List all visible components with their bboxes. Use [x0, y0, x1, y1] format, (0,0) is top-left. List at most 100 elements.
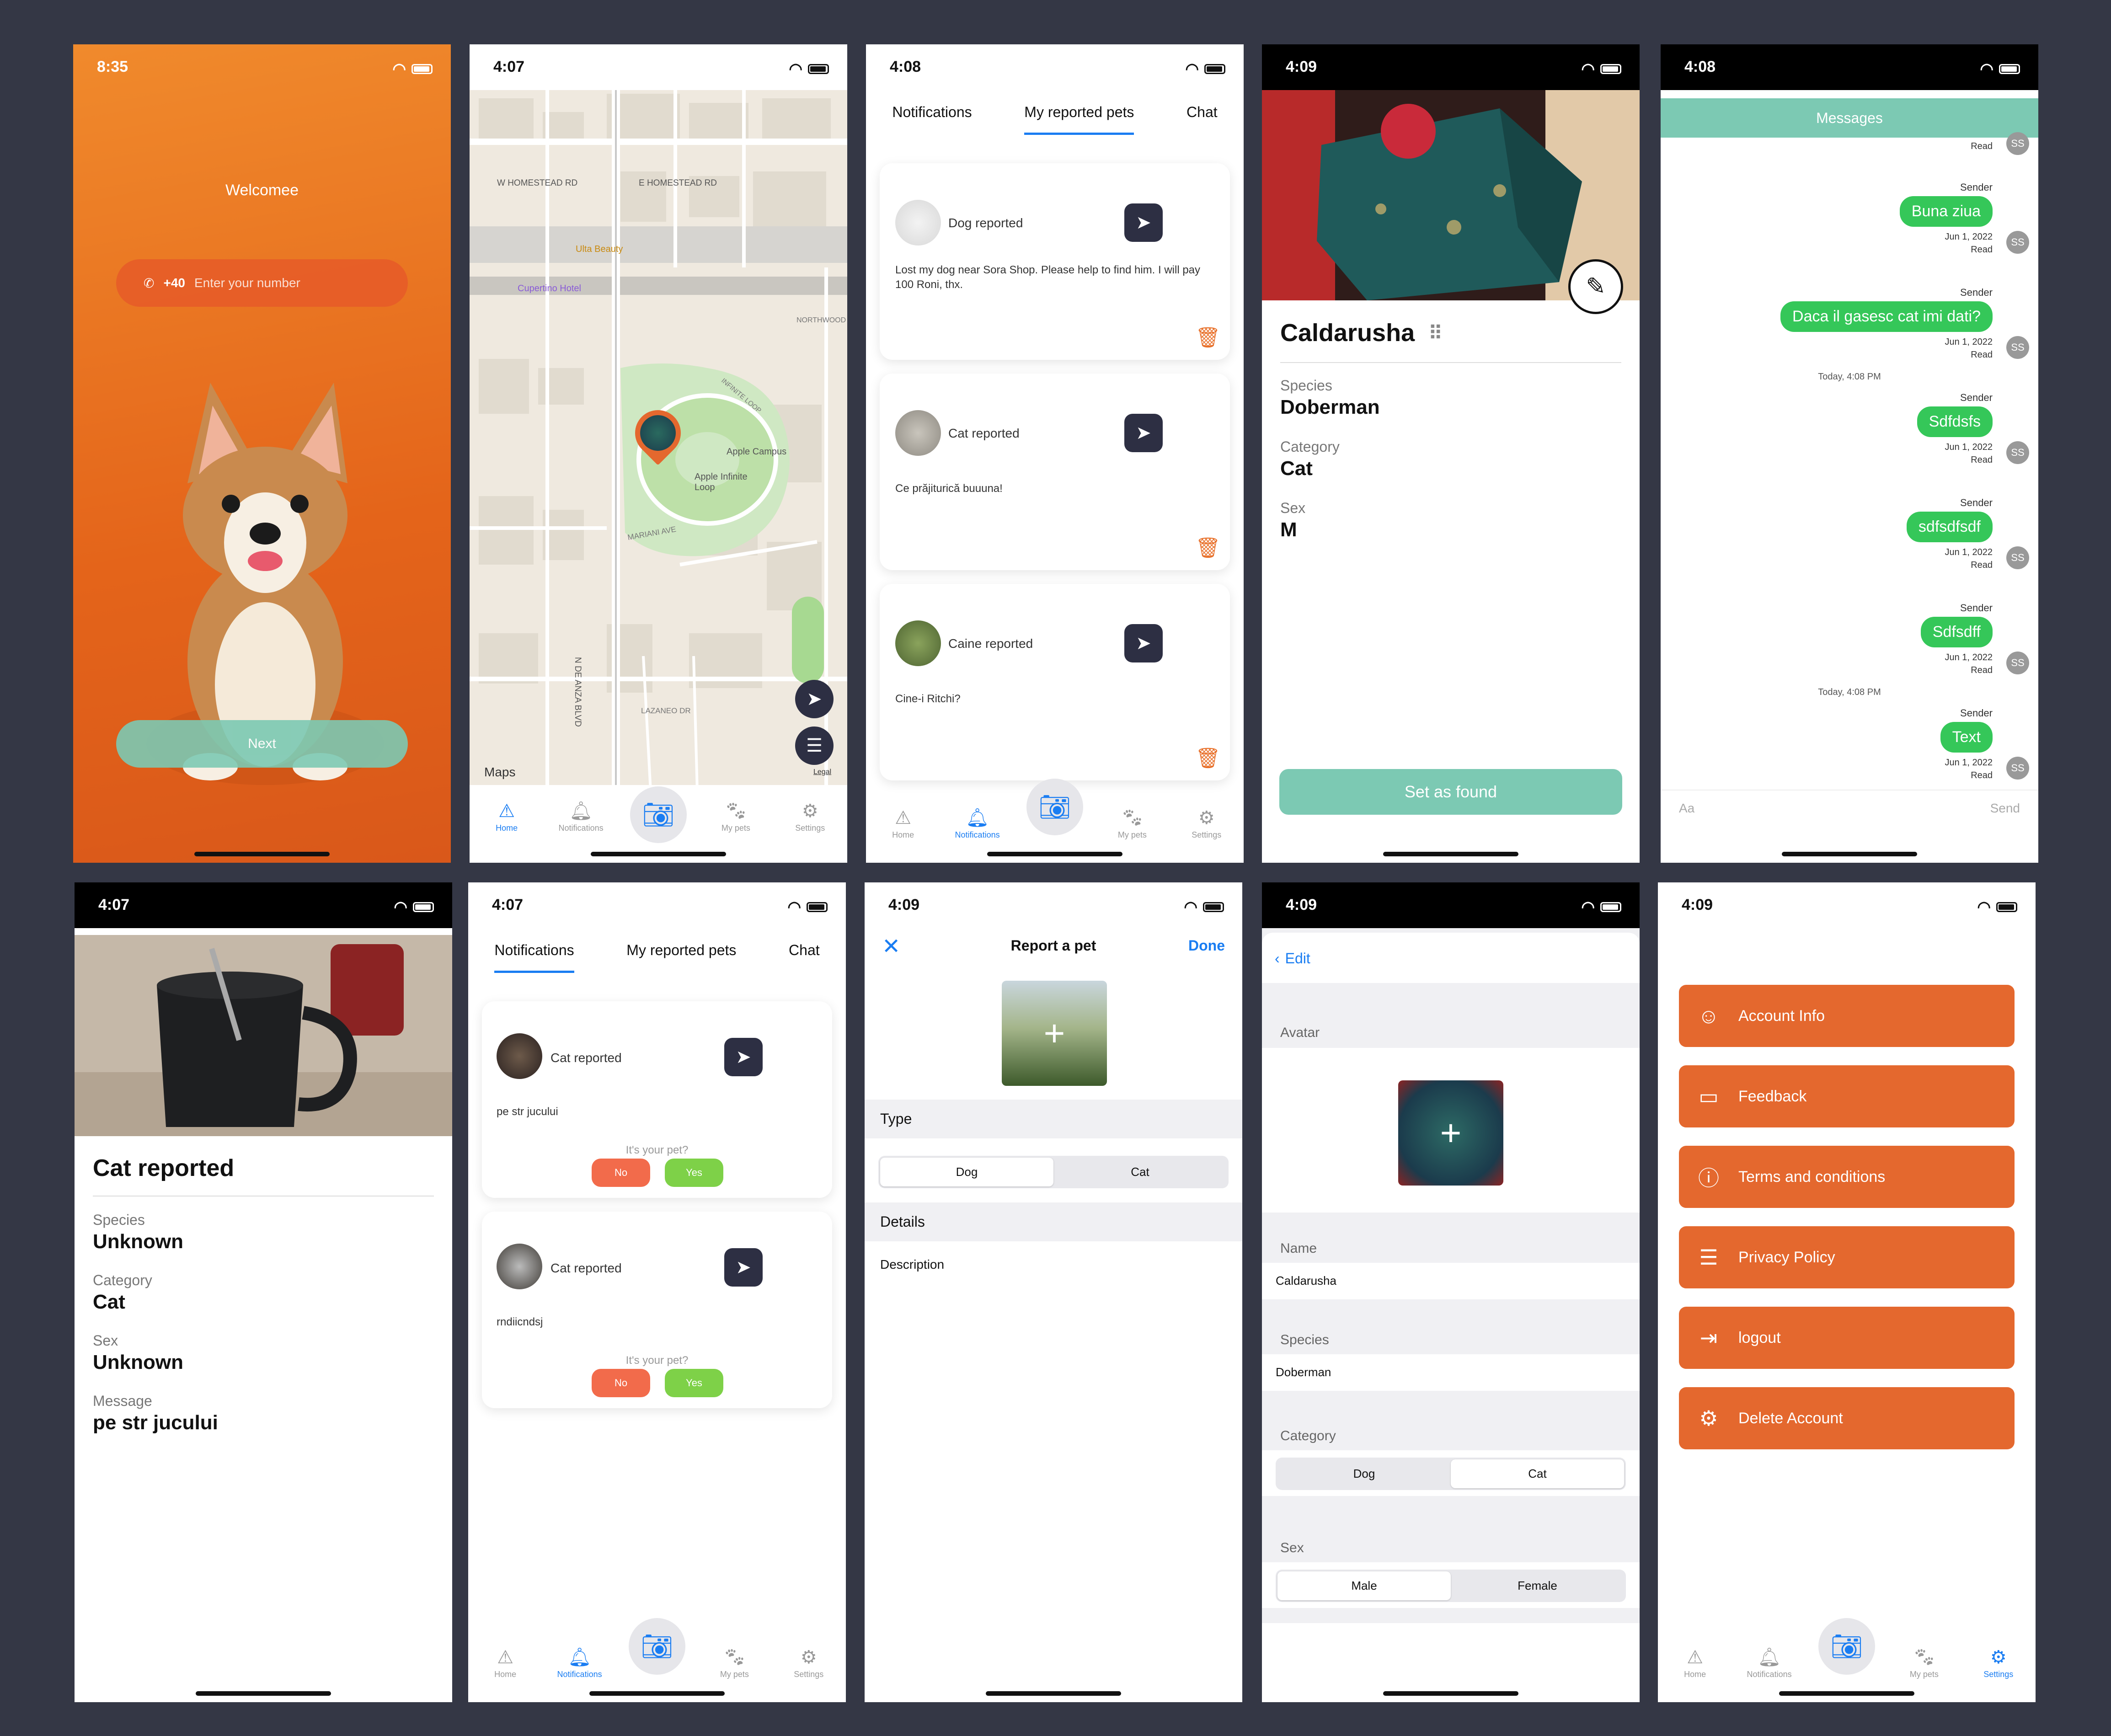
tab-mypets-label: My pets: [721, 823, 750, 833]
type-option-cat[interactable]: Cat: [1053, 1158, 1227, 1186]
field-sex: Sex M: [1280, 500, 1305, 541]
navigate-button[interactable]: ➤: [1124, 203, 1163, 242]
description-field[interactable]: Description: [880, 1257, 944, 1272]
tab-notifications[interactable]: 🔔︎ Notifications: [1744, 1648, 1795, 1679]
tab-mypets[interactable]: 🐾︎ My pets: [1899, 1648, 1949, 1679]
notification-card[interactable]: Cat reported ➤ rndiicndsj It's your pet?…: [482, 1212, 832, 1408]
locate-me-button[interactable]: ➤: [795, 680, 834, 718]
feedback-button[interactable]: ▭ Feedback: [1679, 1065, 2015, 1127]
tab-home[interactable]: ⚠ Home: [1670, 1648, 1720, 1679]
privacy-button[interactable]: ☰ Privacy Policy: [1679, 1226, 2015, 1288]
trash-icon[interactable]: 🗑︎: [1195, 326, 1221, 349]
account-info-button[interactable]: ☺ Account Info: [1679, 985, 2015, 1047]
tab-chat[interactable]: Chat: [1186, 104, 1218, 135]
sex-section: Sex: [1262, 1496, 1640, 1562]
tab-notifications[interactable]: 🔔︎ Notifications: [952, 808, 1003, 840]
done-button[interactable]: Done: [1188, 937, 1225, 954]
trash-icon[interactable]: 🗑︎: [1195, 536, 1221, 560]
tab-settings[interactable]: ⚙ Settings: [1181, 808, 1232, 840]
tab-home[interactable]: ⚠ Home: [480, 1648, 530, 1679]
edit-pet-screen: 4:09 ◠ ‹ Edit Avatar + Name Caldarusha S…: [1262, 882, 1640, 1702]
divider: [93, 1196, 434, 1197]
terms-button[interactable]: ⓘ Terms and conditions: [1679, 1146, 2015, 1208]
sex-option-male[interactable]: Male: [1277, 1571, 1451, 1600]
send-button[interactable]: Send: [1990, 801, 2020, 816]
camera-button[interactable]: 📷︎: [628, 1618, 685, 1675]
status-bar: 4:08 ◠: [1661, 44, 2038, 90]
yes-button[interactable]: Yes: [665, 1159, 723, 1187]
sex-option-female[interactable]: Female: [1451, 1571, 1624, 1600]
category-option-dog[interactable]: Dog: [1277, 1459, 1451, 1488]
message-placeholder[interactable]: Aa: [1679, 801, 1694, 816]
edit-button[interactable]: ✎: [1568, 259, 1623, 314]
phone-input[interactable]: ✆ +40 Enter your number: [116, 259, 408, 307]
category-selector[interactable]: Dog Cat: [1276, 1458, 1626, 1490]
navigate-button[interactable]: ➤: [724, 1248, 763, 1287]
tab-settings[interactable]: ⚙ Settings: [784, 1648, 834, 1679]
qr-icon[interactable]: ⠿: [1428, 322, 1443, 344]
card-title: Caine reported: [948, 636, 1033, 651]
camera-button[interactable]: 📷︎: [1026, 779, 1083, 835]
message-input[interactable]: Aa Send: [1661, 790, 2038, 826]
phone-placeholder[interactable]: Enter your number: [194, 276, 300, 290]
message-bubble[interactable]: Sdfsdff: [1920, 617, 1993, 647]
message-bubble[interactable]: Buna ziua: [1899, 196, 1993, 227]
name-field[interactable]: Caldarusha: [1262, 1263, 1640, 1299]
home-icon: ⚠: [497, 1647, 514, 1667]
reported-card[interactable]: Dog reported ➤ Lost my dog near Sora Sho…: [880, 163, 1230, 360]
home-indicator: [196, 1691, 331, 1696]
map-label-infinite-loop: Apple Infinite Loop: [695, 472, 748, 492]
sex-selector[interactable]: Male Female: [1276, 1570, 1626, 1602]
tab-settings[interactable]: ⚙ Settings: [785, 801, 835, 833]
message-bubble[interactable]: Daca il gasesc cat imi dati?: [1780, 301, 1993, 332]
no-button[interactable]: No: [592, 1369, 650, 1397]
type-selector[interactable]: Dog Cat: [878, 1156, 1229, 1188]
tab-notifications[interactable]: Notifications: [892, 104, 972, 135]
tab-home[interactable]: ⚠ Home: [878, 808, 928, 840]
next-button[interactable]: Next: [116, 720, 408, 768]
navigate-button[interactable]: ➤: [1124, 624, 1163, 662]
delete-account-button[interactable]: ⚙ Delete Account: [1679, 1387, 2015, 1449]
tab-notifications[interactable]: 🔔︎ Notifications: [555, 1648, 605, 1679]
logout-button[interactable]: ⇥ logout: [1679, 1307, 2015, 1369]
category-option-cat[interactable]: Cat: [1451, 1459, 1624, 1488]
avatar: [895, 200, 941, 246]
avatar-picker[interactable]: +: [1398, 1080, 1503, 1186]
camera-button[interactable]: 📷︎: [630, 786, 687, 843]
message-bubble[interactable]: Sdfdsfs: [1917, 406, 1993, 437]
message-bubble[interactable]: sdfsdfsdf: [1906, 512, 1993, 542]
tab-my-reported[interactable]: My reported pets: [1024, 104, 1134, 135]
tab-settings[interactable]: ⚙ Settings: [1973, 1648, 2024, 1679]
navigate-button[interactable]: ➤: [724, 1038, 763, 1076]
photo-picker[interactable]: +: [1002, 981, 1107, 1086]
type-option-dog[interactable]: Dog: [880, 1158, 1053, 1186]
list-view-button[interactable]: ☰: [795, 726, 834, 765]
back-button[interactable]: ‹ Edit: [1275, 950, 1310, 967]
country-code[interactable]: +40: [163, 276, 185, 290]
tab-notifications[interactable]: Notifications: [494, 942, 574, 973]
reported-card[interactable]: Cat reported ➤ Ce prăjiturică buuuna! 🗑︎: [880, 374, 1230, 570]
reported-card[interactable]: Caine reported ➤ Cine-i Ritchi? 🗑︎: [880, 584, 1230, 780]
tab-mypets[interactable]: 🐾︎ My pets: [1107, 808, 1157, 840]
tab-mypets[interactable]: 🐾︎ My pets: [711, 801, 761, 833]
tab-notifications[interactable]: 🔔︎ Notifications: [556, 801, 606, 833]
home-indicator: [986, 1691, 1121, 1696]
set-as-found-button[interactable]: Set as found: [1279, 769, 1622, 815]
notification-card[interactable]: Cat reported ➤ pe str jucului It's your …: [482, 1001, 832, 1198]
tab-home[interactable]: ⚠ Home: [481, 801, 532, 833]
legal-link[interactable]: Legal: [813, 768, 831, 776]
message-bubble[interactable]: Text: [1940, 722, 1993, 753]
navigate-button[interactable]: ➤: [1124, 414, 1163, 452]
tab-mypets[interactable]: 🐾︎ My pets: [709, 1648, 759, 1679]
trash-icon[interactable]: 🗑︎: [1195, 746, 1221, 770]
yes-button[interactable]: Yes: [665, 1369, 723, 1397]
tab-chat[interactable]: Chat: [789, 942, 820, 973]
tab-my-reported[interactable]: My reported pets: [626, 942, 736, 973]
species-field[interactable]: Doberman: [1262, 1354, 1640, 1391]
card-title: Dog reported: [948, 216, 1023, 230]
no-button[interactable]: No: [592, 1159, 650, 1187]
battery-icon: [1600, 902, 1621, 912]
camera-button[interactable]: 📷︎: [1818, 1618, 1875, 1675]
tab-settings-label: Settings: [794, 1670, 824, 1679]
chat-screen: 4:08 ◠ Messages Read SS Sender Buna ziua J…: [1661, 44, 2038, 863]
